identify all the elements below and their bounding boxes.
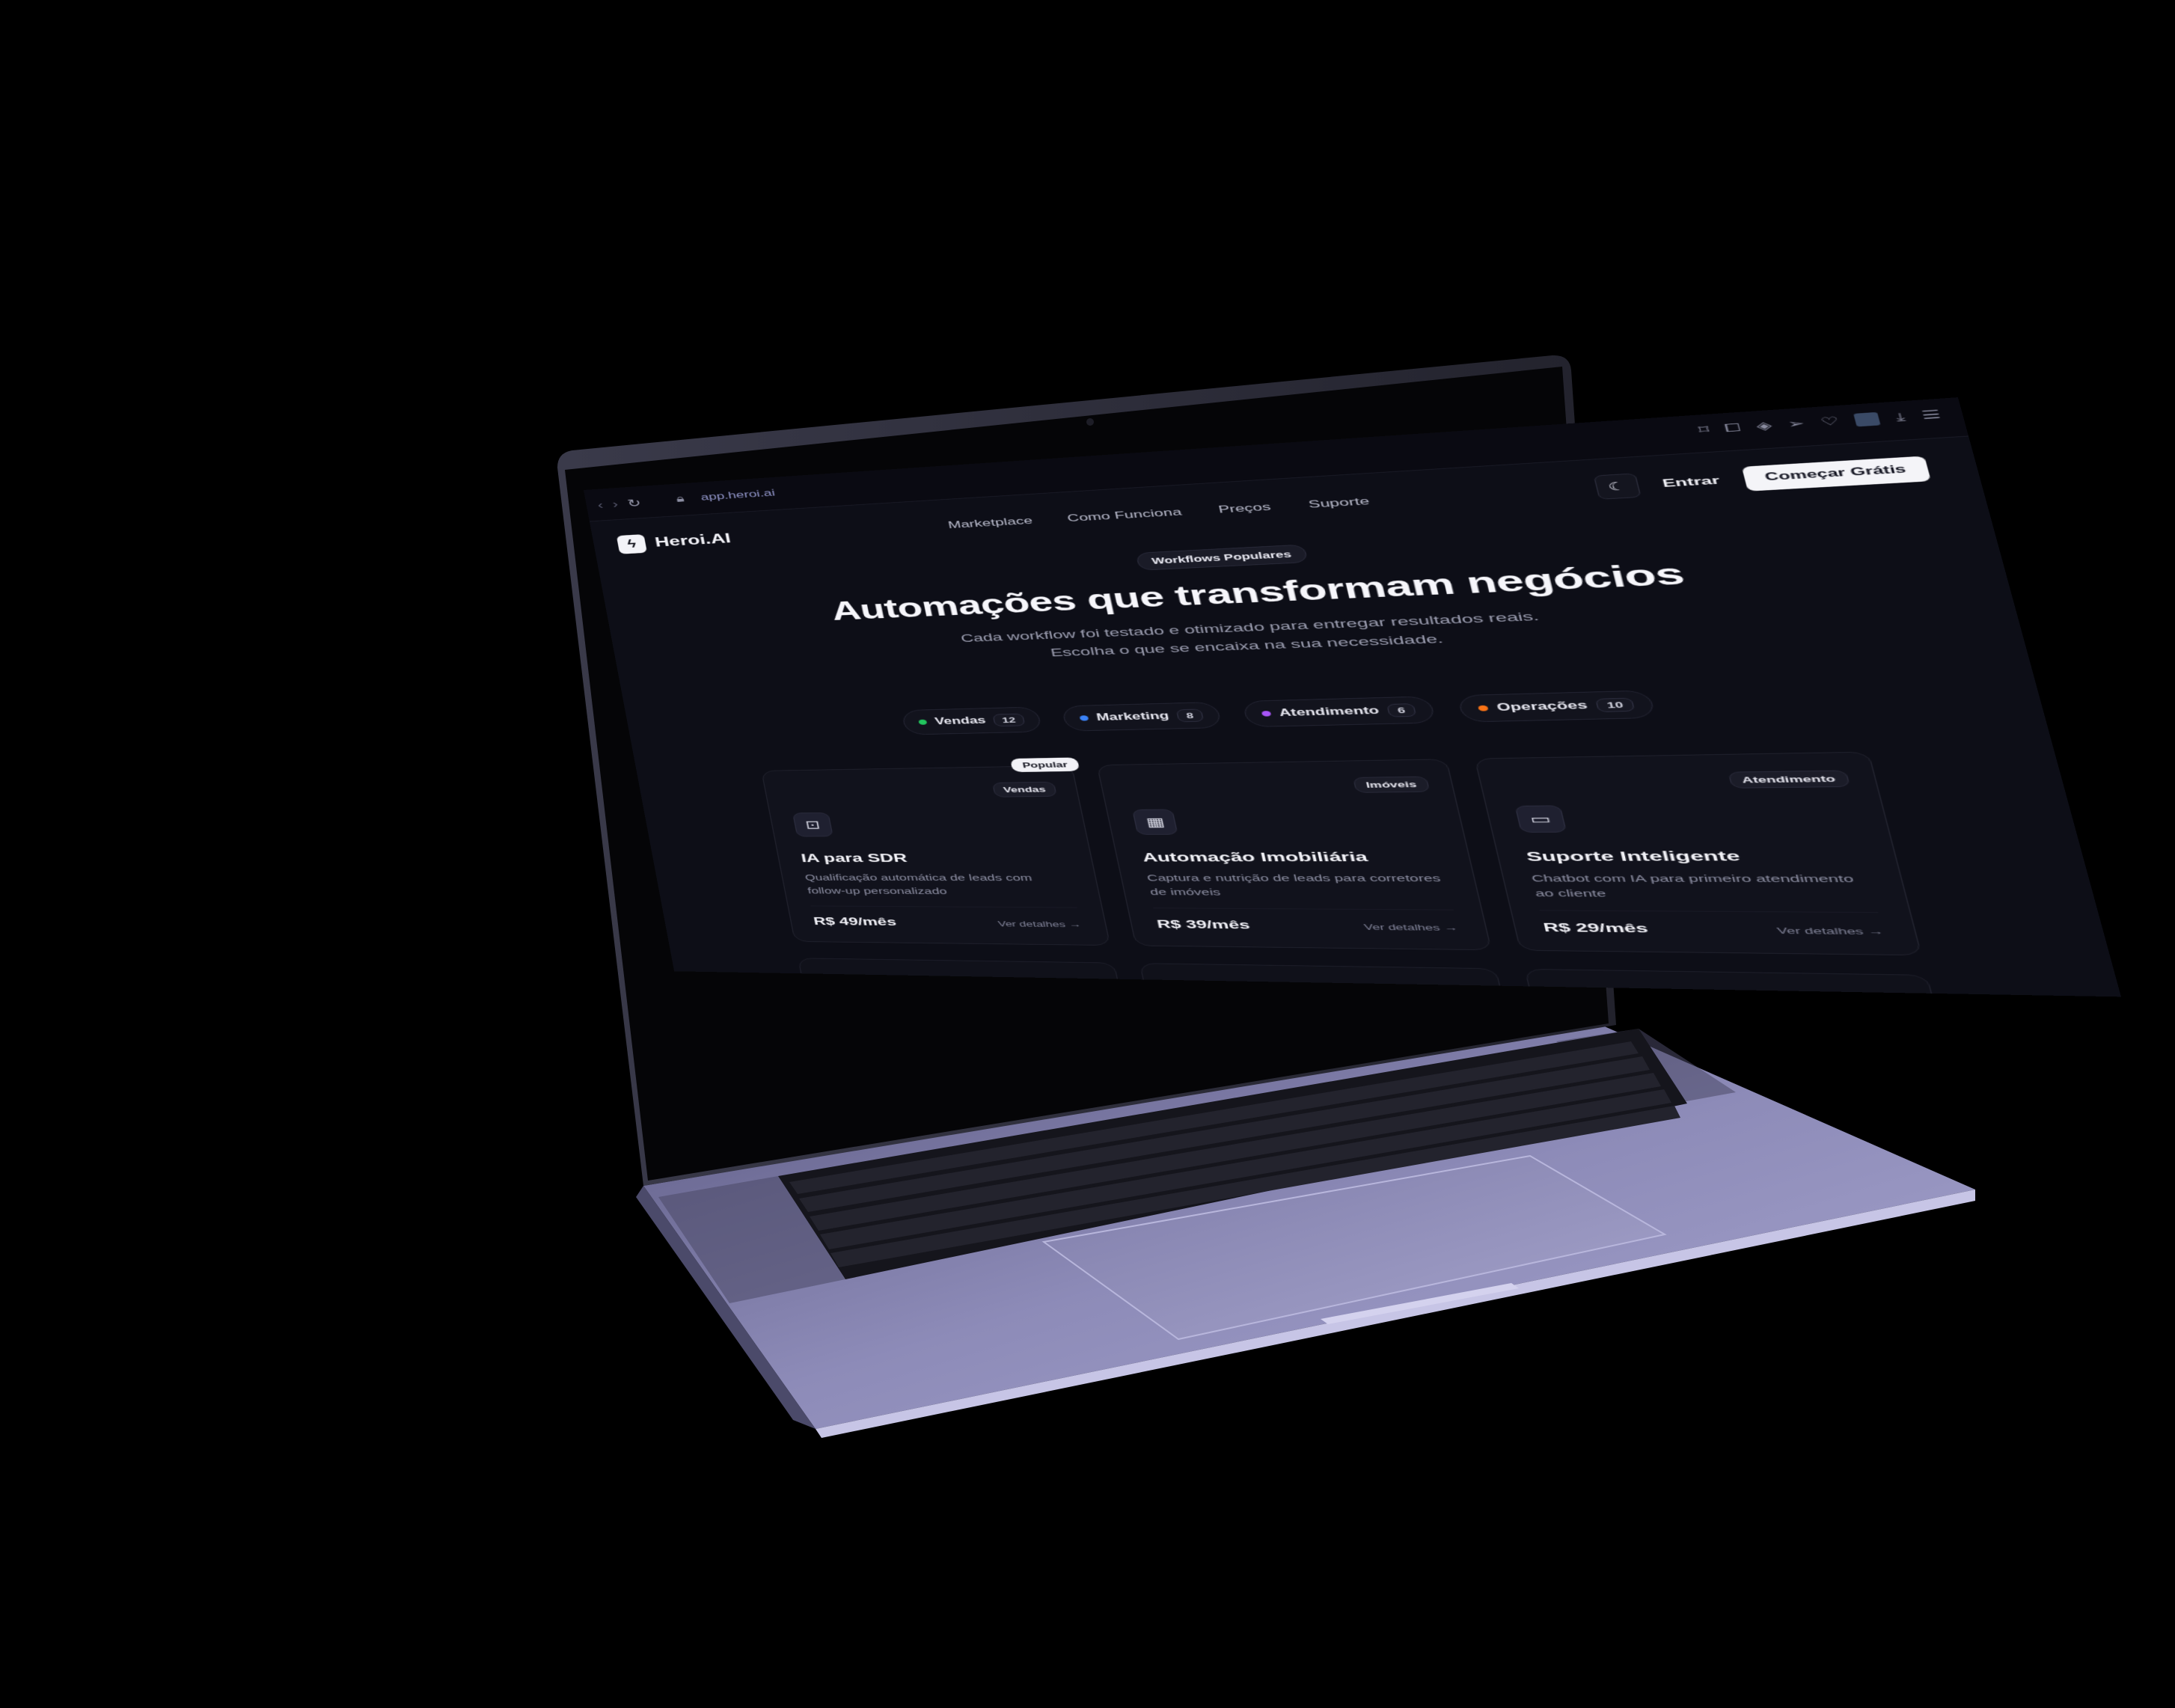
category-label: Marketing bbox=[1095, 710, 1170, 723]
nav-link-marketplace[interactable]: Marketplace bbox=[947, 515, 1034, 531]
category-label: Atendimento bbox=[1278, 705, 1380, 718]
browser-screen: ‹ › ↻ 🔒︎ app.heroi.ai ⌑ ⧠ ◈ ➢ ♡ ⤓ ☰ ϟ He… bbox=[584, 397, 2121, 997]
card-footer: R$ 29/mês Ver detalhes → bbox=[1542, 921, 1885, 939]
download-icon[interactable]: ⤓ bbox=[1894, 411, 1907, 424]
main-nav: Marketplace Como Funciona Preços Suporte bbox=[947, 495, 1371, 531]
browser-nav-buttons: ‹ › ↻ bbox=[596, 496, 642, 512]
category-count: 8 bbox=[1176, 708, 1204, 723]
chat-icon: ▭ bbox=[1514, 805, 1567, 833]
card-price: R$ 49/mês bbox=[813, 915, 898, 928]
category-chip-atendimento[interactable]: Atendimento 6 bbox=[1241, 696, 1436, 728]
popular-badge: Popular bbox=[1009, 757, 1080, 773]
nav-link-suporte[interactable]: Suporte bbox=[1307, 495, 1371, 511]
category-count: 10 bbox=[1595, 697, 1636, 712]
theme-toggle-button[interactable]: ☾ bbox=[1593, 473, 1642, 500]
card-title: IA para SDR bbox=[800, 851, 908, 866]
category-label: Operações bbox=[1496, 700, 1588, 713]
category-chip-operacoes[interactable]: Operações 10 bbox=[1456, 690, 1656, 723]
card-divider bbox=[1153, 907, 1454, 910]
details-link[interactable]: Ver detalhes → bbox=[997, 919, 1082, 928]
login-link[interactable]: Entrar bbox=[1661, 474, 1721, 490]
start-free-button[interactable]: Começar Grátis bbox=[1741, 456, 1932, 492]
category-label: Vendas bbox=[934, 715, 987, 727]
laptop-mockup: ‹ › ↻ 🔒︎ app.heroi.ai ⌑ ⧠ ◈ ➢ ♡ ⤓ ☰ ϟ He… bbox=[0, 0, 2175, 1708]
details-link[interactable]: Ver detalhes → bbox=[1363, 922, 1459, 932]
section-badge: Workflows Populares bbox=[1135, 544, 1309, 571]
robot-icon: ⊡ bbox=[792, 812, 833, 837]
card-divider bbox=[1539, 910, 1879, 913]
browser-extension-icons: ⌑ ⧠ ◈ ➢ ♡ ⤓ ☰ bbox=[1698, 408, 1942, 436]
card-divider bbox=[810, 905, 1077, 908]
card-description: Qualificação automática de leads com fol… bbox=[804, 872, 1033, 897]
category-count: 12 bbox=[992, 713, 1026, 727]
card-description: Captura e nutrição de leads para correto… bbox=[1145, 872, 1442, 898]
nav-link-precos[interactable]: Preços bbox=[1217, 501, 1272, 516]
menu-icon[interactable]: ☰ bbox=[1920, 408, 1942, 422]
details-link[interactable]: Ver detalhes → bbox=[1776, 925, 1885, 937]
category-filters: Vendas 12 Marketing 8 Atendimento 6 Oper… bbox=[626, 680, 2043, 741]
header-actions: ☾ Entrar Começar Grátis bbox=[1593, 456, 1932, 500]
card-title: Suporte Inteligente bbox=[1524, 848, 1742, 865]
status-dot bbox=[1079, 715, 1089, 721]
shield-icon[interactable]: ◈ bbox=[1755, 419, 1773, 433]
category-count: 6 bbox=[1386, 703, 1416, 717]
brand-logo[interactable]: ϟ Heroi.AI bbox=[616, 529, 732, 554]
card-footer: R$ 39/mês Ver detalhes → bbox=[1156, 918, 1459, 934]
card-category-badge: Atendimento bbox=[1727, 770, 1851, 789]
forward-icon[interactable]: › bbox=[611, 498, 619, 511]
workflow-cards: Popular Vendas ⊡ IA para SDR Qualificaçã… bbox=[761, 751, 1922, 956]
card-category-badge: Vendas bbox=[991, 781, 1058, 798]
moon-icon: ☾ bbox=[1606, 479, 1628, 493]
card-footer: R$ 49/mês Ver detalhes → bbox=[813, 916, 1082, 931]
status-dot bbox=[1261, 711, 1271, 717]
workflow-card-ia-sdr[interactable]: Popular Vendas ⊡ IA para SDR Qualificaçã… bbox=[761, 757, 1111, 946]
card-title: Automação Imobiliária bbox=[1141, 849, 1369, 865]
bookmark-icon[interactable]: ⌑ bbox=[1698, 423, 1711, 437]
back-icon[interactable]: ‹ bbox=[596, 499, 604, 512]
nav-link-como-funciona[interactable]: Como Funciona bbox=[1066, 506, 1183, 524]
send-icon[interactable]: ➢ bbox=[1786, 417, 1806, 431]
status-dot bbox=[1477, 705, 1489, 711]
lightning-icon: ϟ bbox=[616, 534, 648, 554]
building-icon: ▦ bbox=[1132, 809, 1179, 835]
card-category-badge: Imóveis bbox=[1353, 776, 1430, 793]
screenshot-icon[interactable]: ⧠ bbox=[1723, 421, 1742, 435]
category-chip-vendas[interactable]: Vendas 12 bbox=[901, 706, 1042, 735]
reload-icon[interactable]: ↻ bbox=[626, 496, 642, 510]
brand-name: Heroi.AI bbox=[653, 530, 732, 551]
workflow-card-automacao-imobiliaria[interactable]: Imóveis ▦ Automação Imobiliária Captura … bbox=[1097, 759, 1492, 951]
address-bar[interactable]: app.heroi.ai bbox=[700, 487, 776, 503]
status-dot bbox=[918, 719, 928, 725]
card-price: R$ 39/mês bbox=[1155, 918, 1252, 932]
extension-icon[interactable] bbox=[1853, 411, 1881, 427]
heart-icon[interactable]: ♡ bbox=[1819, 414, 1841, 429]
card-price: R$ 29/mês bbox=[1541, 921, 1650, 936]
category-chip-marketing[interactable]: Marketing 8 bbox=[1061, 702, 1222, 732]
workflow-card-suporte-inteligente[interactable]: Atendimento ▭ Suporte Inteligente Chatbo… bbox=[1473, 751, 1922, 956]
lock-icon: 🔒︎ bbox=[675, 492, 685, 504]
card-description: Chatbot com IA para primeiro atendimento… bbox=[1530, 873, 1856, 900]
